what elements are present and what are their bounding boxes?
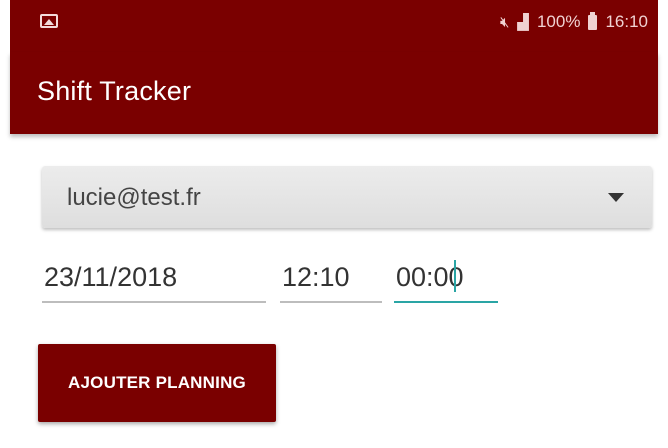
date-field-underline xyxy=(42,301,266,303)
date-field[interactable]: 23/11/2018 xyxy=(42,240,266,306)
user-select-value: lucie@test.fr xyxy=(67,184,201,211)
end-time-underline xyxy=(394,301,498,303)
start-time-underline xyxy=(280,301,382,303)
battery-icon xyxy=(588,11,598,30)
dropdown-arrow-icon xyxy=(608,193,624,202)
add-planning-button[interactable]: AJOUTER PLANNING xyxy=(38,344,276,422)
app-toolbar: Shift Tracker xyxy=(10,52,658,134)
end-time-field[interactable]: 00:00 xyxy=(394,240,498,306)
app-title: Shift Tracker xyxy=(37,76,192,106)
start-time-field[interactable]: 12:10 xyxy=(280,240,382,306)
text-cursor xyxy=(454,260,456,292)
battery-percentage: 100% xyxy=(536,12,581,31)
app-screen: 🔇︎ ▟ 100% 16:10 Shift Tracker lucie@test… xyxy=(0,0,668,448)
start-time-value: 12:10 xyxy=(282,262,350,292)
image-notification-icon xyxy=(40,14,58,28)
status-time: 16:10 xyxy=(605,12,648,31)
signal-icon: ▟ xyxy=(517,14,529,31)
mute-icon: 🔇︎ xyxy=(499,13,510,31)
user-select[interactable]: lucie@test.fr xyxy=(42,166,652,228)
status-bar: 🔇︎ ▟ 100% 16:10 xyxy=(10,0,658,52)
status-indicators: 🔇︎ ▟ 100% 16:10 xyxy=(499,11,648,32)
date-field-value: 23/11/2018 xyxy=(44,262,178,292)
